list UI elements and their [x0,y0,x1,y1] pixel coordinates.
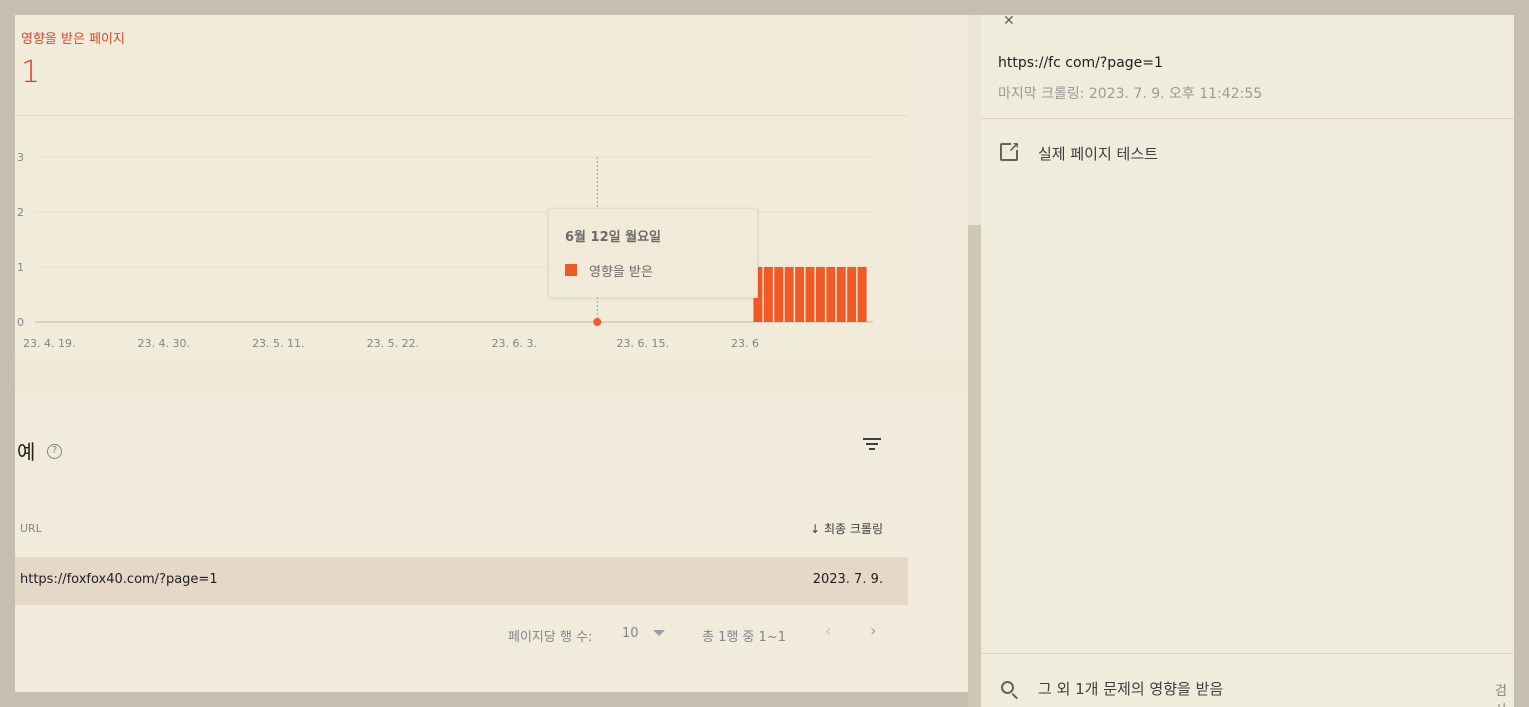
rows-per-page-label: 페이지당 행 수: [508,630,593,645]
chart-bar [826,267,836,322]
summary-value: 1 [21,55,41,90]
search-icon[interactable] [1001,681,1014,694]
detail-url: https://fc com/?page=1 [998,55,1163,71]
detail-panel: ✕ https://fc com/?page=1 마지막 크롤링: 2023. … [981,13,1514,707]
inspect-button[interactable]: 검사 [1495,680,1514,707]
row-url: https://foxfox40.com/?page=1 [20,572,218,587]
pin-icon[interactable]: ✕ [1003,13,1015,29]
chart-bar [805,267,815,322]
live-test-button[interactable]: 실제 페이지 테스트 [1038,143,1158,164]
overlay-edge [1514,0,1529,707]
impressions-chart[interactable]: 0 1 2 3 23. 4. 19. 23. 4. 30. 23. 5. 11. 23. 5.… [15,130,908,360]
chart-bar [847,267,857,322]
overlay-edge [0,692,968,707]
x-tick-label: 23. 4. 30. [138,337,190,350]
chart-bar [815,267,825,322]
divider [15,115,908,116]
x-tick-label: 23. 6 [731,337,759,350]
chart-bar [763,267,773,322]
row-last-crawl: 2023. 7. 9. [812,572,883,587]
y-tick-label: 2 [17,206,24,219]
prev-page-button[interactable]: ‹ [825,621,831,640]
scrollbar[interactable] [968,15,981,707]
arrow-up-right-icon: ↗ [1008,140,1020,156]
sort-arrow-icon: ↓ [810,522,821,536]
divider [981,653,1514,654]
x-tick-label: 23. 5. 22. [367,337,419,350]
chart-bar [784,267,794,322]
help-icon[interactable]: ? [47,444,62,459]
chart-bar [795,267,805,322]
tooltip-legend-swatch [565,264,577,276]
y-tick-label: 3 [17,151,24,164]
examples-card: 예 ? URL ↓ 최종 크롤링 https://foxfox40.com/?p… [0,392,908,662]
x-tick-label: 23. 6. 15. [617,337,669,350]
x-tick-label: 23. 5. 11. [252,337,304,350]
rows-per-page-select[interactable]: 10 [622,626,639,641]
column-header-last-crawl-label: 최종 크롤링 [823,522,883,536]
tooltip-series-label: 영향을 받은 [589,265,653,280]
y-tick-label: 0 [17,316,24,329]
hover-point [593,318,602,326]
overlay-edge [0,0,15,707]
table-row[interactable]: https://foxfox40.com/?page=1 2023. 7. 9. [0,557,908,605]
summary-label: 영향을 받은 페이지 [21,32,125,47]
filter-icon[interactable] [863,438,881,454]
column-header-url[interactable]: URL [20,522,42,535]
pager-range: 총 1행 중 1~1 [702,630,786,645]
scrollbar-thumb[interactable] [968,225,981,707]
section-gap [0,358,968,390]
chart-card: 영향을 받은 페이지 1 0 1 2 3 23. 4. 19. 23. 4. 30. 23.… [15,15,908,358]
divider [981,118,1514,119]
overlay-edge [0,0,1529,15]
other-issue-link[interactable]: 그 외 1개 문제의 영향을 받음 [1038,678,1223,699]
chevron-down-icon[interactable] [653,630,665,636]
chart-bar [774,267,784,322]
x-tick-label: 23. 6. 3. [492,337,537,350]
x-tick-label: 23. 4. 19. [23,337,75,350]
y-tick-label: 1 [17,261,24,274]
column-header-last-crawl[interactable]: ↓ 최종 크롤링 [810,520,883,537]
chart-bar [836,267,846,322]
chart-bar [857,267,867,322]
chart-tooltip: 6월 12일 월요일 영향을 받은 [548,208,758,298]
tooltip-date: 6월 12일 월요일 [565,230,661,245]
detail-last-crawl: 마지막 크롤링: 2023. 7. 9. 오후 11:42:55 [998,86,1263,102]
main-area: 영향을 받은 페이지 1 0 1 2 3 23. 4. 19. 23. 4. 30. 23.… [0,0,968,707]
examples-title: 예 [17,440,36,464]
next-page-button[interactable]: › [870,621,876,640]
